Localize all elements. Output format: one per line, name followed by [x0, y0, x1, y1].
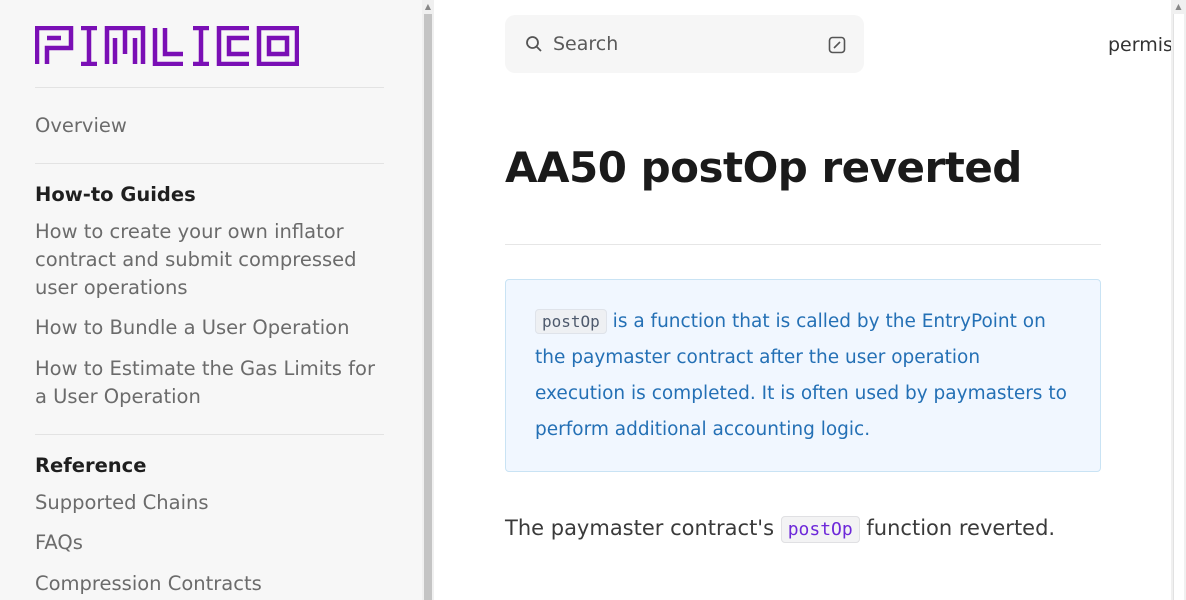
- search-button[interactable]: Search: [505, 15, 864, 73]
- inline-code: postOp: [535, 309, 607, 334]
- page-scrollbar-thumb[interactable]: [1173, 14, 1184, 600]
- body-paragraph: The paymaster contract's postOp function…: [505, 511, 1145, 547]
- sidebar: Overview How-to Guides How to create you…: [0, 0, 422, 600]
- body-text-after: function reverted.: [859, 516, 1056, 540]
- edit-icon: [828, 36, 846, 54]
- sidebar-item-inflator[interactable]: How to create your own inflator contract…: [35, 218, 387, 302]
- sidebar-heading-howto: How-to Guides: [35, 183, 196, 206]
- scroll-up-arrow-icon[interactable]: ▲: [1171, 2, 1186, 12]
- page-title: AA50 postOp reverted: [505, 143, 1022, 192]
- search-icon: [526, 36, 542, 52]
- sidebar-scrollbar-thumb[interactable]: [424, 14, 432, 600]
- sidebar-item-faqs[interactable]: FAQs: [35, 529, 387, 557]
- sidebar-scrollbar[interactable]: ▲: [422, 0, 434, 600]
- sidebar-item-compression-contracts[interactable]: Compression Contracts: [35, 570, 387, 598]
- sidebar-heading-reference: Reference: [35, 454, 147, 477]
- body-text-before: The paymaster contract's: [505, 516, 781, 540]
- sidebar-item-supported-chains[interactable]: Supported Chains: [35, 489, 387, 517]
- sidebar-divider: [35, 163, 384, 164]
- page-scrollbar[interactable]: ▲: [1171, 0, 1186, 600]
- sidebar-item-bundle[interactable]: How to Bundle a User Operation: [35, 314, 387, 342]
- info-callout-text: postOp is a function that is called by t…: [535, 304, 1075, 448]
- inline-code: postOp: [780, 516, 860, 543]
- top-nav-link[interactable]: permis: [1108, 32, 1173, 58]
- pimlico-logo[interactable]: [34, 25, 300, 67]
- sidebar-item-overview[interactable]: Overview: [35, 112, 387, 140]
- logo-glyphs: [34, 25, 300, 67]
- sidebar-divider: [35, 434, 384, 435]
- scroll-up-arrow-icon[interactable]: ▲: [422, 2, 434, 12]
- search-label: Search: [553, 33, 619, 55]
- title-divider: [505, 244, 1101, 245]
- sidebar-divider: [35, 87, 384, 88]
- sidebar-item-estimate-gas[interactable]: How to Estimate the Gas Limits for a Use…: [35, 355, 387, 411]
- info-callout: postOp is a function that is called by t…: [505, 279, 1101, 472]
- info-callout-body: is a function that is called by the Entr…: [535, 311, 1067, 440]
